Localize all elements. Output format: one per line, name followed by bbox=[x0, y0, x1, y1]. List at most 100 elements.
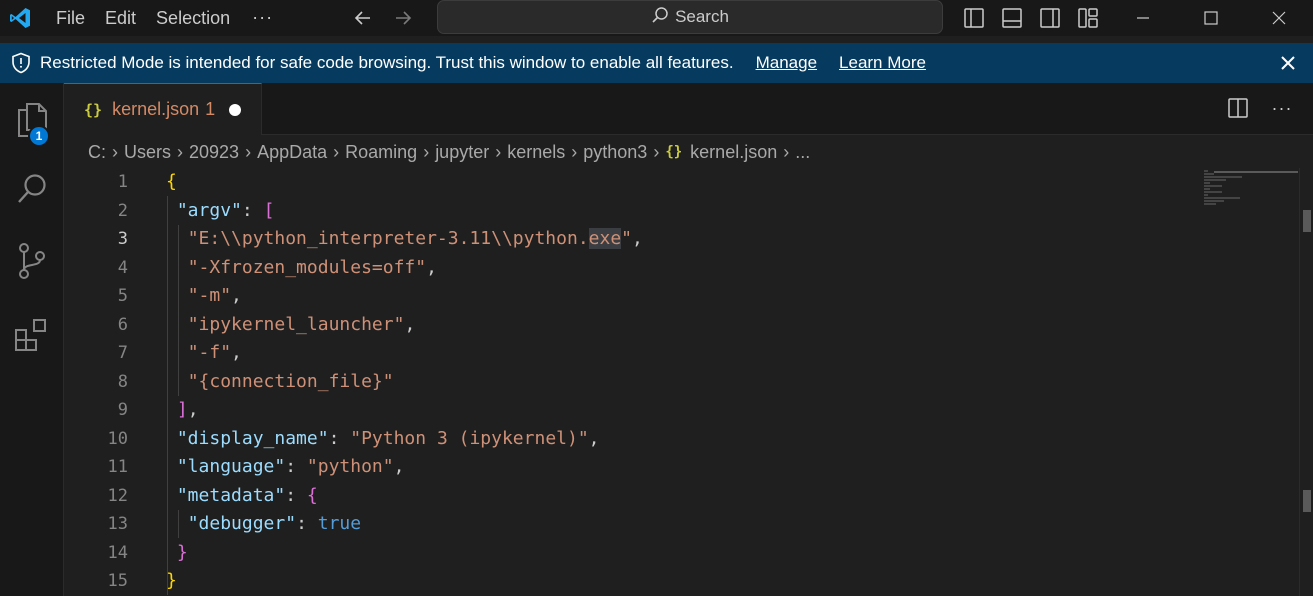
chevron-right-icon: › bbox=[112, 141, 118, 162]
maximize-icon[interactable] bbox=[1177, 0, 1245, 36]
source-control-icon[interactable] bbox=[0, 229, 64, 293]
forward-arrow-icon[interactable] bbox=[390, 5, 416, 31]
command-center-search[interactable]: Search bbox=[437, 0, 943, 34]
window-controls bbox=[1109, 0, 1313, 36]
code-line: "E:\\python_interpreter-3.11\\python.exe… bbox=[187, 228, 643, 249]
code-line: "language": "python", bbox=[176, 456, 405, 477]
close-window-icon[interactable] bbox=[1245, 0, 1313, 36]
selection-highlight: exe bbox=[588, 228, 622, 249]
shield-icon bbox=[10, 52, 32, 74]
code-line: "-f", bbox=[187, 342, 242, 363]
line-number: 13 bbox=[107, 514, 128, 534]
minimap-line bbox=[1204, 191, 1222, 193]
vertical-scrollbar[interactable] bbox=[1299, 168, 1313, 596]
code-line: } bbox=[176, 541, 188, 563]
breadcrumb-symbols[interactable]: ... bbox=[795, 142, 810, 163]
line-number: 12 bbox=[107, 485, 128, 506]
minimap-line bbox=[1204, 185, 1222, 187]
line-number: 5 bbox=[117, 286, 128, 306]
activity-bar: 1 bbox=[0, 83, 64, 596]
line-number: 14 bbox=[107, 542, 128, 563]
code-line: "metadata": { bbox=[176, 484, 318, 506]
customize-layout-icon[interactable] bbox=[1074, 4, 1102, 32]
code-line: "debugger": true bbox=[187, 513, 362, 534]
split-editor-icon[interactable] bbox=[1225, 95, 1251, 121]
scrollbar-marker bbox=[1303, 490, 1311, 512]
editor-tab-bar: {} kernel.json 1 ··· bbox=[64, 83, 1313, 135]
code-lines: { "argv": [ "E:\\python_interpreter-3.11… bbox=[166, 168, 643, 596]
breadcrumb-segment[interactable]: Users bbox=[124, 142, 171, 163]
close-icon[interactable] bbox=[1277, 52, 1299, 74]
chevron-right-icon: › bbox=[783, 141, 790, 162]
minimap-line bbox=[1204, 176, 1242, 178]
breadcrumb-segment[interactable]: AppData bbox=[257, 142, 327, 163]
search-icon bbox=[651, 6, 669, 29]
unsaved-dot-icon[interactable] bbox=[229, 103, 242, 116]
code-line: "-Xfrozen_modules=off", bbox=[187, 256, 437, 278]
tab-kernel-json[interactable]: {} kernel.json 1 bbox=[64, 83, 262, 135]
banner-message: Restricted Mode is intended for safe cod… bbox=[40, 53, 734, 72]
menu-more-button[interactable]: ··· bbox=[240, 0, 285, 36]
breadcrumb-file[interactable]: kernel.json bbox=[690, 142, 777, 163]
toggle-panel-icon[interactable] bbox=[998, 4, 1026, 32]
explorer-icon[interactable]: 1 bbox=[0, 87, 64, 151]
code-line: "ipykernel_launcher", bbox=[187, 313, 416, 335]
chevron-right-icon: › bbox=[571, 141, 578, 162]
learn-more-link[interactable]: Learn More bbox=[839, 53, 926, 73]
breadcrumb-segment[interactable]: 20923 bbox=[189, 142, 239, 163]
line-number: 9 bbox=[117, 400, 128, 420]
line-number-gutter: 1 2 3 4 5 6 7 8 9 10 11 12 13 14 15 bbox=[64, 168, 144, 596]
line-number: 8 bbox=[117, 371, 128, 392]
chevron-right-icon: › bbox=[423, 141, 430, 162]
minimap-line bbox=[1204, 182, 1210, 184]
breadcrumb-segment[interactable]: kernels bbox=[507, 142, 565, 163]
chevron-right-icon: › bbox=[177, 141, 184, 162]
menu-bar: File Edit Selection ··· bbox=[46, 0, 285, 36]
chevron-right-icon: › bbox=[333, 141, 340, 162]
menu-file[interactable]: File bbox=[46, 0, 95, 36]
minimap-line bbox=[1204, 197, 1240, 199]
minimap-line bbox=[1204, 188, 1210, 190]
extensions-icon[interactable] bbox=[0, 303, 64, 367]
more-actions-label: ··· bbox=[1271, 97, 1293, 118]
scrollbar-marker bbox=[1303, 210, 1311, 232]
more-actions-button[interactable]: ··· bbox=[1269, 95, 1295, 121]
chevron-right-icon: › bbox=[495, 141, 502, 162]
breadcrumb-segment[interactable]: jupyter bbox=[435, 142, 489, 163]
layout-controls bbox=[960, 0, 1102, 36]
breadcrumb: C: › Users › 20923 › AppData › Roaming ›… bbox=[88, 140, 810, 164]
navigation-controls bbox=[350, 0, 416, 36]
line-number: 15 bbox=[107, 571, 128, 591]
restricted-mode-banner: Restricted Mode is intended for safe cod… bbox=[0, 43, 1313, 83]
code-line: "{connection_file}" bbox=[187, 370, 394, 392]
breadcrumb-segment[interactable]: Roaming bbox=[345, 142, 417, 163]
vscode-logo-icon bbox=[2, 0, 38, 36]
breadcrumb-segment[interactable]: C: bbox=[88, 142, 106, 163]
minimap-line bbox=[1204, 173, 1214, 175]
code-line: } bbox=[166, 570, 177, 591]
code-line: "-m", bbox=[187, 285, 242, 306]
menu-selection[interactable]: Selection bbox=[146, 0, 240, 36]
toggle-primary-sidebar-icon[interactable] bbox=[960, 4, 988, 32]
minimize-icon[interactable] bbox=[1109, 0, 1177, 36]
json-file-icon: {} bbox=[84, 100, 103, 119]
explorer-badge: 1 bbox=[28, 125, 50, 147]
toggle-secondary-sidebar-icon[interactable] bbox=[1036, 4, 1064, 32]
tab-title: kernel.json bbox=[112, 99, 200, 119]
code-editor[interactable]: 1 2 3 4 5 6 7 8 9 10 11 12 13 14 15 { "a… bbox=[64, 168, 1313, 596]
search-view-icon[interactable] bbox=[0, 157, 64, 221]
line-number: 2 bbox=[117, 200, 128, 221]
breadcrumb-segment[interactable]: python3 bbox=[583, 142, 647, 163]
tab-problem-count: 1 bbox=[205, 99, 216, 119]
minimap-line bbox=[1204, 179, 1226, 181]
json-file-icon: {} bbox=[665, 144, 683, 160]
manage-link[interactable]: Manage bbox=[756, 53, 817, 73]
line-number: 4 bbox=[117, 257, 128, 278]
code-line: "display_name": "Python 3 (ipykernel)", bbox=[176, 427, 600, 449]
search-label: Search bbox=[675, 7, 729, 26]
code-line: ], bbox=[176, 399, 199, 420]
line-number: 11 bbox=[107, 457, 128, 477]
minimap[interactable] bbox=[1204, 170, 1246, 210]
back-arrow-icon[interactable] bbox=[350, 5, 376, 31]
menu-edit[interactable]: Edit bbox=[95, 0, 146, 36]
